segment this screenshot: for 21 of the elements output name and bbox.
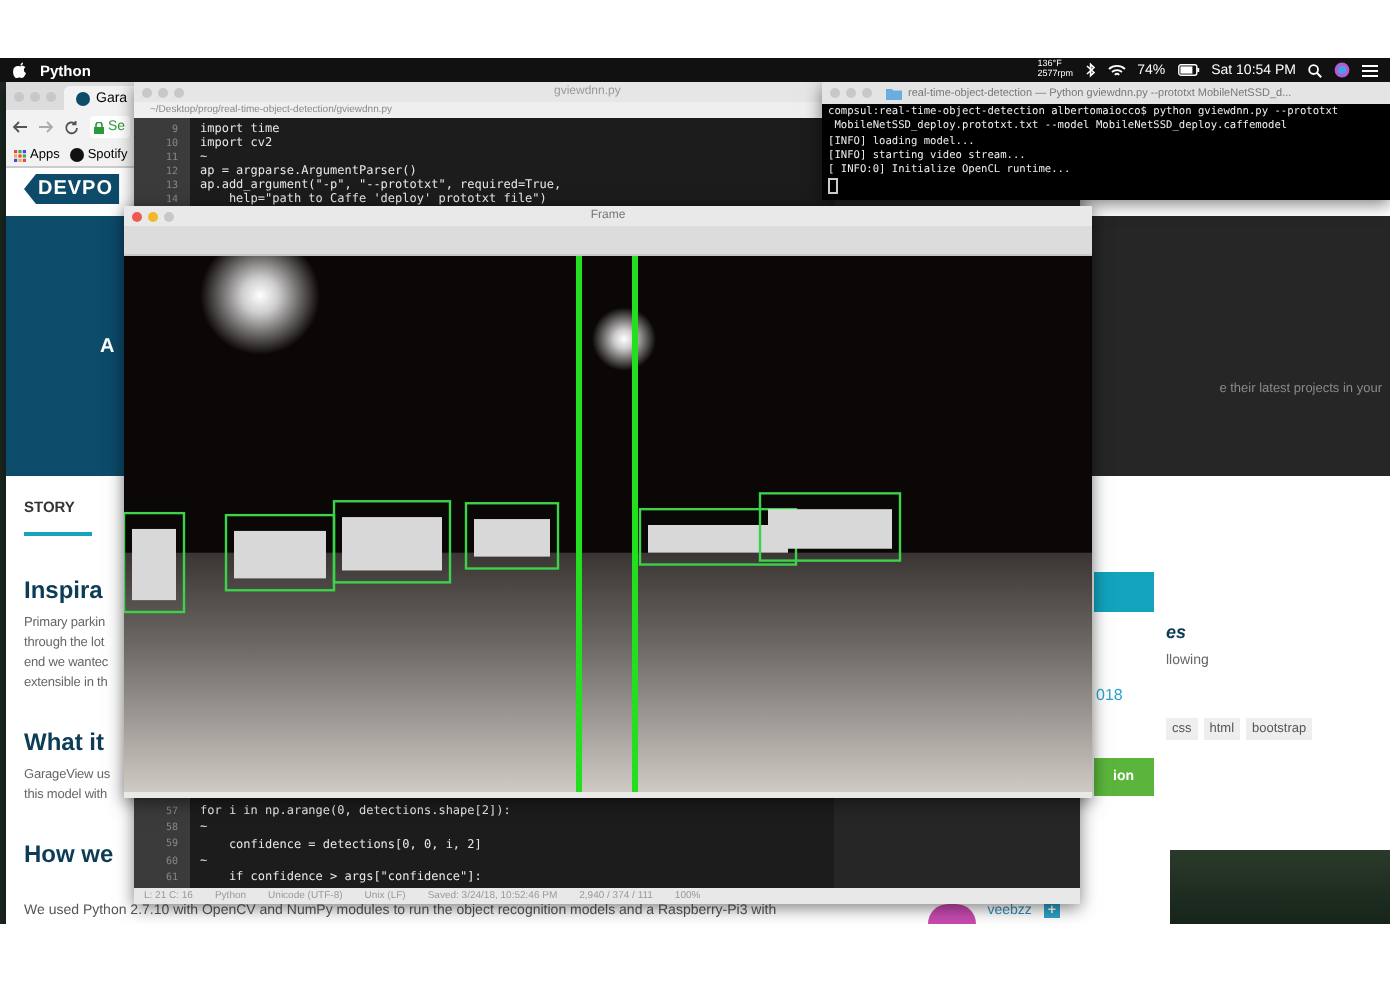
text-cursor bbox=[828, 178, 838, 195]
search-icon[interactable] bbox=[1308, 63, 1322, 77]
back-arrow-icon[interactable] bbox=[12, 120, 28, 134]
apps-grid-icon bbox=[14, 149, 26, 161]
reload-icon[interactable] bbox=[64, 119, 80, 135]
banner-heading: A bbox=[98, 334, 121, 358]
apple-logo-icon[interactable] bbox=[12, 61, 28, 79]
list-icon[interactable] bbox=[1362, 63, 1378, 77]
sidebar-date: 018 bbox=[1096, 686, 1123, 704]
sidebar-heading: es bbox=[1166, 622, 1187, 642]
section-heading: Inspira bbox=[24, 576, 105, 604]
siri-icon[interactable] bbox=[1334, 62, 1350, 78]
wifi-icon[interactable] bbox=[1107, 63, 1126, 77]
site-logo[interactable]: DEVPO bbox=[24, 174, 120, 204]
site-favicon-icon bbox=[76, 91, 90, 105]
lock-icon bbox=[94, 121, 104, 133]
section-heading: What it bbox=[24, 728, 106, 756]
music-circle-icon bbox=[69, 148, 84, 162]
section-heading: How we bbox=[24, 840, 116, 868]
battery-icon[interactable] bbox=[1177, 64, 1200, 76]
bluetooth-icon[interactable] bbox=[1085, 62, 1096, 78]
